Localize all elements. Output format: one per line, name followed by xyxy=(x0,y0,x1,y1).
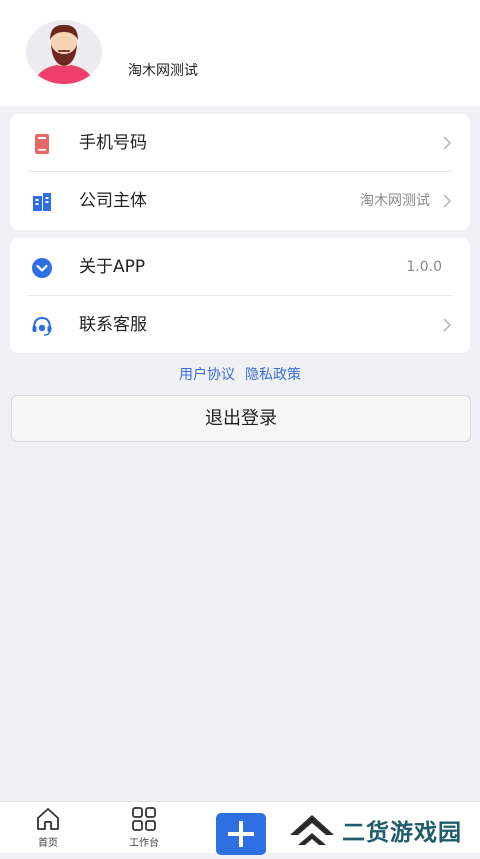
row-customer-service[interactable]: 联系客服 xyxy=(10,296,470,354)
privacy-policy-link[interactable]: 隐私政策 xyxy=(245,367,301,383)
row-label: 手机号码 xyxy=(79,133,147,153)
account-info-card: 手机号码 公司主体 淘木网测试 xyxy=(10,114,470,230)
phone-book-icon xyxy=(35,134,49,154)
tab-workbench[interactable]: 工作台 xyxy=(114,806,174,849)
row-label: 关于APP xyxy=(79,257,146,277)
tab-label: 工作台 xyxy=(129,838,159,849)
row-label: 公司主体 xyxy=(79,191,147,211)
company-value: 淘木网测试 xyxy=(360,193,430,209)
row-phone-number[interactable]: 手机号码 xyxy=(10,114,470,172)
grid-icon xyxy=(132,807,156,831)
app-version: 1.0.0 xyxy=(406,259,442,275)
plus-icon xyxy=(228,821,254,847)
chevron-right-icon xyxy=(443,136,452,150)
avatar[interactable] xyxy=(26,20,102,84)
building-icon xyxy=(33,193,51,211)
username: 淘木网测试 xyxy=(128,63,198,79)
add-button[interactable] xyxy=(216,813,266,855)
app-info-card: 关于APP 1.0.0 联系客服 xyxy=(10,238,470,353)
watermark: 二货游戏园 xyxy=(288,807,478,851)
logout-button[interactable]: 退出登录 xyxy=(11,395,471,442)
legal-links: 用户协议 隐私政策 xyxy=(0,364,480,384)
headset-icon xyxy=(32,316,52,336)
home-icon xyxy=(37,808,59,830)
row-label: 联系客服 xyxy=(79,315,147,335)
chevron-right-icon xyxy=(443,318,452,332)
row-about-app[interactable]: 关于APP 1.0.0 xyxy=(10,238,470,296)
tab-home[interactable]: 首页 xyxy=(18,806,78,849)
profile-header: 淘木网测试 xyxy=(0,0,480,106)
chevron-right-icon xyxy=(443,194,452,208)
watermark-logo-icon xyxy=(290,815,334,845)
user-agreement-link[interactable]: 用户协议 xyxy=(179,367,235,383)
chevron-circle-icon xyxy=(32,258,52,278)
tab-label: 首页 xyxy=(38,838,58,849)
watermark-text: 二货游戏园 xyxy=(342,820,462,846)
row-company[interactable]: 公司主体 淘木网测试 xyxy=(10,172,470,230)
